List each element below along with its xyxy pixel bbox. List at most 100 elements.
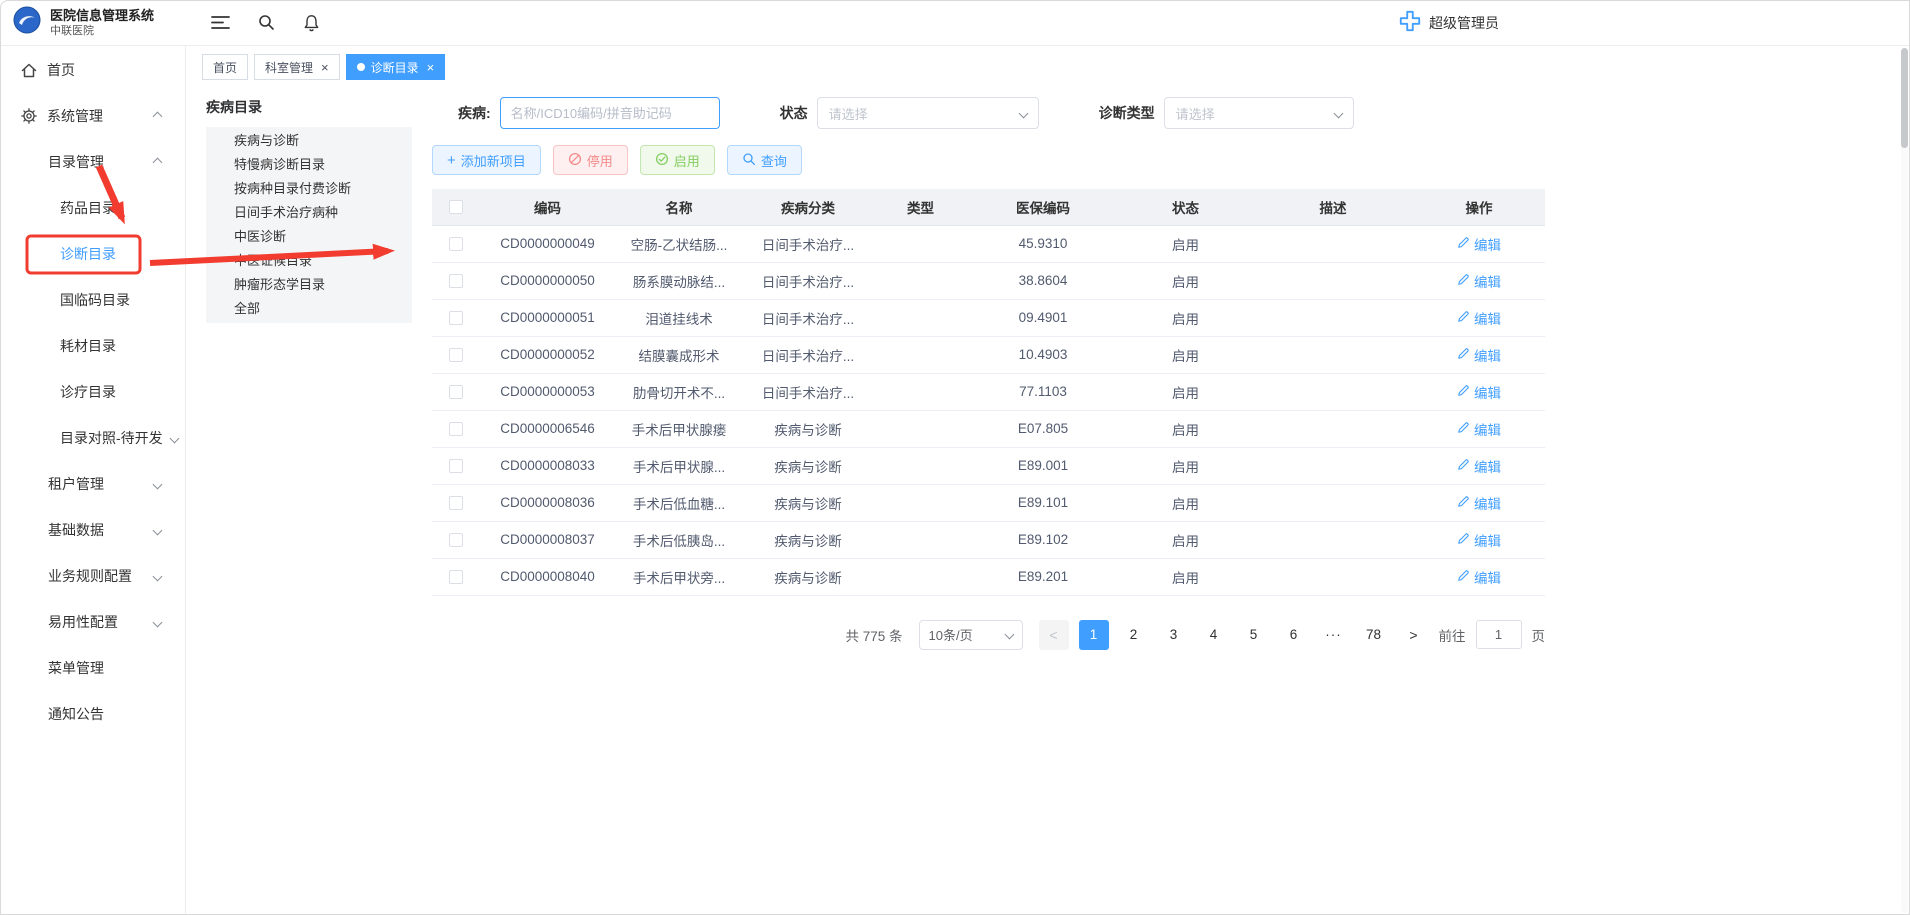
- add-item-button[interactable]: + 添加新项目: [432, 145, 541, 175]
- catalog-item-tcm-diagnosis[interactable]: 中医诊断: [206, 225, 412, 249]
- search-icon[interactable]: [258, 14, 275, 31]
- row-checkbox[interactable]: [449, 311, 463, 325]
- col-actions: 操作: [1413, 189, 1545, 225]
- page-button[interactable]: 6: [1279, 620, 1309, 650]
- user-menu[interactable]: 超级管理员: [1398, 0, 1499, 46]
- sidebar-item-system-mgmt[interactable]: 系统管理: [0, 93, 185, 139]
- tab-department-mgmt[interactable]: 科室管理 ×: [254, 54, 340, 80]
- goto-label: 前往: [1439, 625, 1466, 645]
- edit-button[interactable]: 编辑: [1457, 234, 1501, 254]
- cell-category: 疾病与诊断: [743, 447, 873, 484]
- cell-description: [1253, 225, 1413, 262]
- disable-button[interactable]: 停用: [553, 145, 628, 175]
- sidebar-item-catalog-mapping[interactable]: 目录对照-待开发: [0, 415, 185, 461]
- row-checkbox[interactable]: [449, 348, 463, 362]
- catalog-item-day-surgery[interactable]: 日间手术治疗病种: [206, 201, 412, 225]
- edit-button[interactable]: 编辑: [1457, 567, 1501, 587]
- edit-button[interactable]: 编辑: [1457, 382, 1501, 402]
- cell-category: 日间手术治疗...: [743, 299, 873, 336]
- sidebar-item-base-data[interactable]: 基础数据: [0, 507, 185, 553]
- sidebar-item-business-rules[interactable]: 业务规则配置: [0, 553, 185, 599]
- page-button[interactable]: 3: [1159, 620, 1189, 650]
- cell-name: 手术后甲状旁...: [615, 558, 743, 595]
- plus-icon: +: [447, 153, 456, 168]
- edit-button[interactable]: 编辑: [1457, 456, 1501, 476]
- edit-pencil-icon: [1457, 384, 1470, 400]
- col-category: 疾病分类: [743, 189, 873, 225]
- cell-description: [1253, 299, 1413, 336]
- row-checkbox[interactable]: [449, 533, 463, 547]
- cell-description: [1253, 447, 1413, 484]
- row-checkbox[interactable]: [449, 459, 463, 473]
- row-checkbox[interactable]: [449, 385, 463, 399]
- page-button[interactable]: 2: [1119, 620, 1149, 650]
- catalog-item-special-chronic[interactable]: 特慢病诊断目录: [206, 153, 412, 177]
- tab-diagnosis-catalog[interactable]: 诊断目录 ×: [346, 54, 446, 80]
- sidebar-item-notice[interactable]: 通知公告: [0, 691, 185, 737]
- catalog-item-tumor-morphology[interactable]: 肿瘤形态学目录: [206, 273, 412, 297]
- select-all-checkbox[interactable]: [449, 200, 463, 214]
- prev-page-button[interactable]: <: [1039, 620, 1069, 650]
- close-icon[interactable]: ×: [427, 61, 435, 74]
- query-button[interactable]: 查询: [727, 145, 802, 175]
- sidebar-item-tenant-mgmt[interactable]: 租户管理: [0, 461, 185, 507]
- diagnosis-table-panel: 疾病: 状态 请选择 诊断类型 请选择 + 添加新项目: [432, 97, 1545, 650]
- table-row: CD0000000053 肋骨切开术不... 日间手术治疗... 77.1103…: [432, 373, 1545, 410]
- row-checkbox[interactable]: [449, 422, 463, 436]
- chevron-down-icon: [153, 572, 163, 582]
- cell-description: [1253, 410, 1413, 447]
- diagnosis-type-select[interactable]: 请选择: [1164, 97, 1354, 129]
- sidebar-item-consumables-catalog[interactable]: 耗材目录: [0, 323, 185, 369]
- close-icon[interactable]: ×: [321, 61, 329, 74]
- row-checkbox[interactable]: [449, 496, 463, 510]
- next-page-button[interactable]: >: [1399, 620, 1429, 650]
- edit-button[interactable]: 编辑: [1457, 271, 1501, 291]
- sidebar-item-menu-mgmt[interactable]: 菜单管理: [0, 645, 185, 691]
- page-button[interactable]: 1: [1079, 620, 1109, 650]
- sidebar-item-national-code-catalog[interactable]: 国临码目录: [0, 277, 185, 323]
- status-filter-label: 状态: [780, 103, 808, 123]
- notification-bell-icon[interactable]: [303, 14, 320, 32]
- goto-page-input[interactable]: [1476, 620, 1522, 649]
- row-checkbox[interactable]: [449, 570, 463, 584]
- sidebar-item-label: 药品目录: [60, 198, 116, 218]
- tab-home[interactable]: 首页: [202, 54, 248, 80]
- edit-pencil-icon: [1457, 236, 1470, 252]
- pager-ellipsis-icon[interactable]: ···: [1319, 620, 1349, 650]
- page-button[interactable]: 5: [1239, 620, 1269, 650]
- catalog-item-drg-payment[interactable]: 按病种目录付费诊断: [206, 177, 412, 201]
- cell-description: [1253, 336, 1413, 373]
- edit-button[interactable]: 编辑: [1457, 493, 1501, 513]
- catalog-item-all[interactable]: 全部: [206, 297, 412, 321]
- page-button[interactable]: 78: [1359, 620, 1389, 650]
- cell-type: [873, 225, 968, 262]
- catalog-item-disease-diagnosis[interactable]: 疾病与诊断: [206, 129, 412, 153]
- cell-code: CD0000000049: [480, 225, 615, 262]
- disease-search-input[interactable]: [500, 97, 720, 129]
- page-size-select[interactable]: 10条/页: [919, 620, 1023, 650]
- sidebar-item-diagnosis-catalog[interactable]: 诊断目录: [0, 231, 185, 277]
- edit-button[interactable]: 编辑: [1457, 419, 1501, 439]
- edit-label: 编辑: [1474, 271, 1501, 291]
- edit-button[interactable]: 编辑: [1457, 308, 1501, 328]
- row-checkbox[interactable]: [449, 274, 463, 288]
- sidebar-item-treatment-catalog[interactable]: 诊疗目录: [0, 369, 185, 415]
- table-row: CD0000008033 手术后甲状腺... 疾病与诊断 E89.001 启用 …: [432, 447, 1545, 484]
- vertical-scrollbar[interactable]: [1901, 48, 1908, 913]
- scrollbar-thumb[interactable]: [1901, 48, 1908, 148]
- collapse-menu-icon[interactable]: [211, 15, 230, 30]
- edit-button[interactable]: 编辑: [1457, 530, 1501, 550]
- edit-button[interactable]: 编辑: [1457, 345, 1501, 365]
- sidebar-item-home[interactable]: 首页: [0, 47, 185, 93]
- enable-button[interactable]: 启用: [640, 145, 715, 175]
- catalog-item-tcm-syndrome[interactable]: 中医证候目录: [206, 249, 412, 273]
- page-button[interactable]: 4: [1199, 620, 1229, 650]
- row-checkbox[interactable]: [449, 237, 463, 251]
- sidebar-item-catalog-mgmt[interactable]: 目录管理: [0, 139, 185, 185]
- cell-name: 泪道挂线术: [615, 299, 743, 336]
- sidebar-item-drug-catalog[interactable]: 药品目录: [0, 185, 185, 231]
- sidebar-item-usability-config[interactable]: 易用性配置: [0, 599, 185, 645]
- table-row: CD0000000051 泪道挂线术 日间手术治疗... 09.4901 启用 …: [432, 299, 1545, 336]
- status-select[interactable]: 请选择: [817, 97, 1039, 129]
- enable-label: 启用: [674, 151, 700, 170]
